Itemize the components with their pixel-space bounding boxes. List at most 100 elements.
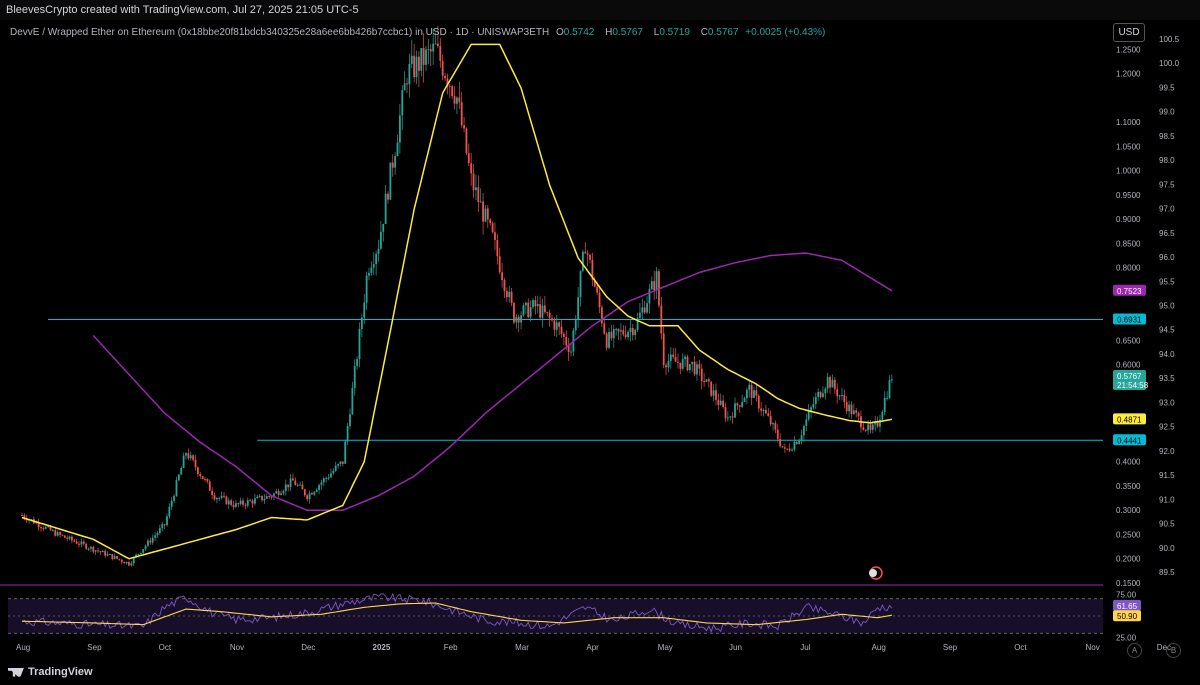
candle-body: [434, 43, 437, 45]
time-axis-tick: Dec: [301, 643, 315, 652]
candle-body: [180, 467, 183, 475]
time-axis-tick: Jul: [800, 643, 810, 652]
candle-body: [429, 49, 432, 52]
candle-body: [760, 408, 763, 411]
candle-body: [482, 201, 484, 222]
candle-body: [855, 410, 858, 413]
low-value: 0.5719: [659, 27, 690, 38]
candle-body: [463, 125, 465, 129]
candle-body: [349, 414, 351, 427]
candle-body: [498, 256, 501, 273]
time-axis-tick: Apr: [586, 643, 599, 652]
price-label-text: 0.5767: [1117, 372, 1142, 381]
candle-body: [68, 536, 71, 539]
candle-body: [836, 389, 839, 397]
candle-body: [120, 559, 123, 562]
time-axis-tick: Sep: [87, 643, 102, 652]
candle-body: [101, 550, 104, 553]
candle-body: [301, 484, 304, 490]
candle-body: [422, 48, 425, 65]
candle-body: [776, 429, 779, 439]
candle-body: [743, 398, 746, 402]
candle-body: [265, 496, 268, 499]
candle-body: [503, 280, 506, 291]
price-label-text: 0.4441: [1117, 436, 1142, 445]
candle-body: [42, 527, 45, 529]
candle-body: [520, 315, 522, 323]
candle-body: [824, 388, 827, 394]
chart-canvas[interactable]: 1.2500 1.2000 1.1000 1.0500 1.0000 0.9500 0.90…: [0, 20, 1200, 660]
candle-body: [795, 442, 798, 445]
secondary-axis-tick: 96.0: [1159, 253, 1175, 262]
candle-body: [218, 497, 221, 499]
price-axis-tick: 0.2000: [1116, 555, 1141, 564]
candle-body: [396, 142, 399, 157]
candle-body: [334, 465, 337, 471]
candle-body: [650, 281, 653, 290]
candle-body: [303, 489, 306, 496]
candle-body: [698, 364, 701, 369]
candle-body: [667, 360, 670, 368]
candle-body: [581, 251, 584, 271]
candle-body: [829, 376, 831, 388]
candle-body: [287, 484, 290, 488]
secondary-axis-tick: 93.5: [1159, 374, 1175, 383]
secondary-axis-tick: 92.5: [1159, 423, 1175, 432]
candle-body: [427, 49, 430, 51]
price-axis-tick: 0.9500: [1116, 191, 1141, 200]
open-value: 0.5742: [563, 27, 595, 38]
candle-body: [220, 495, 223, 498]
high-value: 0.5767: [612, 27, 643, 38]
candle-body: [256, 496, 259, 499]
candle-body: [387, 193, 389, 200]
candle-body: [486, 208, 489, 220]
candle-body: [456, 97, 458, 104]
candle-body: [501, 272, 503, 281]
secondary-axis-tick: 94.0: [1159, 350, 1175, 359]
candle-body: [40, 527, 42, 529]
candle-body: [420, 48, 423, 71]
price-axis-tick: 0.6500: [1116, 336, 1141, 345]
log-scale-button[interactable]: B: [1166, 643, 1181, 658]
candle-body: [584, 251, 587, 254]
candle-body: [106, 554, 109, 556]
candle-body: [560, 326, 563, 334]
candle-body: [187, 453, 190, 459]
candle-body: [764, 409, 767, 414]
candle-body: [415, 56, 418, 78]
candle-body: [753, 390, 755, 398]
tradingview-logo[interactable]: TradingView: [8, 666, 93, 678]
auto-scale-button[interactable]: A: [1127, 643, 1142, 658]
candle-body: [330, 473, 332, 478]
time-axis-tick: Mar: [515, 643, 529, 652]
candle-body: [610, 331, 613, 339]
currency-button[interactable]: USD: [1113, 23, 1145, 42]
candle-body: [484, 208, 487, 222]
candle-body: [439, 46, 442, 61]
tradingview-logo-icon: [8, 667, 24, 677]
candle-body: [505, 290, 508, 298]
candle-body: [631, 328, 634, 336]
price-label-text: 0.6931: [1117, 315, 1142, 324]
candle-body: [805, 419, 808, 426]
candle-body: [223, 495, 225, 497]
candle-body: [322, 478, 325, 483]
candle-body: [717, 399, 720, 405]
candle-body: [745, 389, 748, 399]
countdown-text: 21:54:58: [1117, 381, 1149, 390]
time-axis-tick: Oct: [1014, 643, 1027, 652]
secondary-axis-tick: 100.5: [1159, 35, 1180, 44]
candle-body: [719, 400, 722, 405]
candle-body: [413, 55, 416, 78]
candle-body: [410, 55, 413, 64]
secondary-axis-tick: 98.5: [1159, 132, 1175, 141]
candle-body: [277, 491, 280, 495]
candle-body: [44, 526, 47, 529]
time-axis-tick: 2025: [373, 643, 391, 652]
candle-body: [66, 537, 69, 539]
candle-body: [465, 128, 468, 154]
candle-body: [425, 49, 427, 65]
price-axis-tick: 0.9000: [1116, 215, 1141, 224]
candle-body: [360, 317, 363, 330]
candle-body: [125, 562, 128, 564]
